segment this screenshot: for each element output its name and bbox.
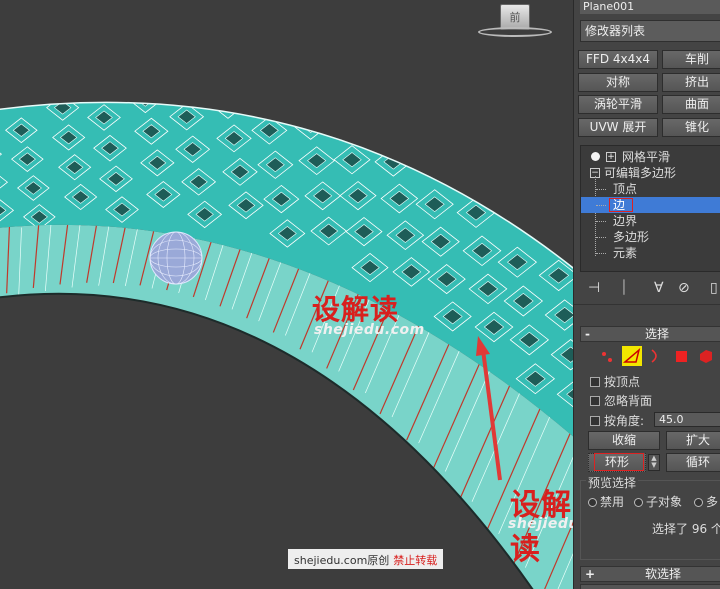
stack-sub-polygon[interactable]: 多边形: [581, 229, 720, 245]
viewport[interactable]: 前 设解读 shejiedu.com 设解读 shejiedu.com shej…: [0, 0, 573, 589]
by-vertex-checkbox[interactable]: 按顶点: [590, 373, 640, 389]
stack-item-editable-poly[interactable]: − 可编辑多边形: [581, 165, 720, 181]
mesh-ring[interactable]: [0, 0, 573, 589]
lightbulb-icon[interactable]: [591, 152, 600, 161]
notice-site: shejiedu.com原创: [294, 554, 390, 567]
stack-item-meshsmooth[interactable]: + 网格平滑: [581, 149, 720, 165]
expand-plus-icon[interactable]: +: [606, 152, 616, 162]
ignore-backfacing-checkbox[interactable]: 忽略背面: [590, 392, 652, 408]
stack-sub-edge[interactable]: 边: [581, 197, 720, 213]
rollout-next-header[interactable]: [580, 584, 720, 589]
rollout-soft-selection-header[interactable]: + 软选择: [580, 566, 720, 582]
element-mode-icon[interactable]: [696, 346, 716, 366]
watermark-url-2: shejiedu.com: [508, 516, 573, 532]
modifier-button-taper[interactable]: 锥化: [662, 118, 720, 137]
ring-spinner[interactable]: ▲ ▼: [648, 454, 660, 471]
selection-status: 选择了 96 个边: [652, 522, 720, 536]
modifier-stack[interactable]: + 网格平滑 − 可编辑多边形 顶点 边 边界 多边形 元素: [580, 145, 720, 272]
vertex-mode-icon[interactable]: [598, 346, 618, 366]
edge-mode-icon[interactable]: [622, 346, 642, 366]
border-mode-icon[interactable]: [646, 346, 666, 366]
show-end-result-icon[interactable]: ⏐: [620, 280, 628, 296]
shrink-button[interactable]: 收缩: [588, 431, 660, 450]
pin-stack-icon[interactable]: ⊣: [588, 280, 600, 296]
preview-selection-label: 预览选择: [586, 474, 639, 491]
configure-sets-icon[interactable]: ▯: [710, 280, 718, 296]
view-cube-ring[interactable]: [478, 27, 552, 37]
object-name-field[interactable]: Plane001: [580, 0, 720, 14]
notice-warning: 禁止转载: [393, 554, 438, 567]
modifier-button-uvw-unwrap[interactable]: UVW 展开: [578, 118, 658, 137]
modifier-button-extrude[interactable]: 挤出: [662, 73, 720, 92]
modifier-button-lathe[interactable]: 车削: [662, 50, 720, 69]
preview-multi-radio[interactable]: 多: [694, 493, 718, 509]
preview-disabled-radio[interactable]: 禁用: [588, 493, 624, 509]
modifier-button-symmetry[interactable]: 对称: [578, 73, 658, 92]
command-panel: Plane001 修改器列表 FFD 4x4x4 车削 对称 挤出 涡轮平滑 曲…: [573, 0, 720, 589]
modifier-button-surface[interactable]: 曲面: [662, 95, 720, 114]
modifier-list-dropdown[interactable]: 修改器列表: [580, 20, 720, 42]
angle-value-field[interactable]: 45.0: [654, 412, 720, 427]
loop-button[interactable]: 循环: [666, 453, 720, 472]
polygon-mode-icon[interactable]: [672, 346, 692, 366]
stack-toolbar: ⊣ ⏐ ∀ ⊘ ▯: [580, 278, 720, 300]
make-unique-icon[interactable]: ∀: [654, 280, 664, 296]
stack-sub-border[interactable]: 边界: [581, 213, 720, 229]
by-angle-checkbox[interactable]: 按角度:: [590, 412, 644, 428]
stack-sub-element[interactable]: 元素: [581, 245, 720, 261]
gizmo-sphere[interactable]: [149, 231, 203, 285]
rollout-selection-header[interactable]: - 选择: [580, 326, 720, 342]
grow-button[interactable]: 扩大: [666, 431, 720, 450]
remove-modifier-icon[interactable]: ⊘: [678, 280, 690, 296]
stack-sub-vertex[interactable]: 顶点: [581, 181, 720, 197]
copyright-notice: shejiedu.com原创 禁止转载: [288, 549, 444, 569]
modifier-button-turbosmooth[interactable]: 涡轮平滑: [578, 95, 658, 114]
modifier-button-ffd[interactable]: FFD 4x4x4: [578, 50, 658, 69]
preview-subobject-radio[interactable]: 子对象: [634, 493, 682, 509]
ring-highlight-box: [594, 453, 644, 471]
highlight-box: [609, 198, 633, 212]
watermark-url: shejiedu.com: [314, 322, 425, 338]
